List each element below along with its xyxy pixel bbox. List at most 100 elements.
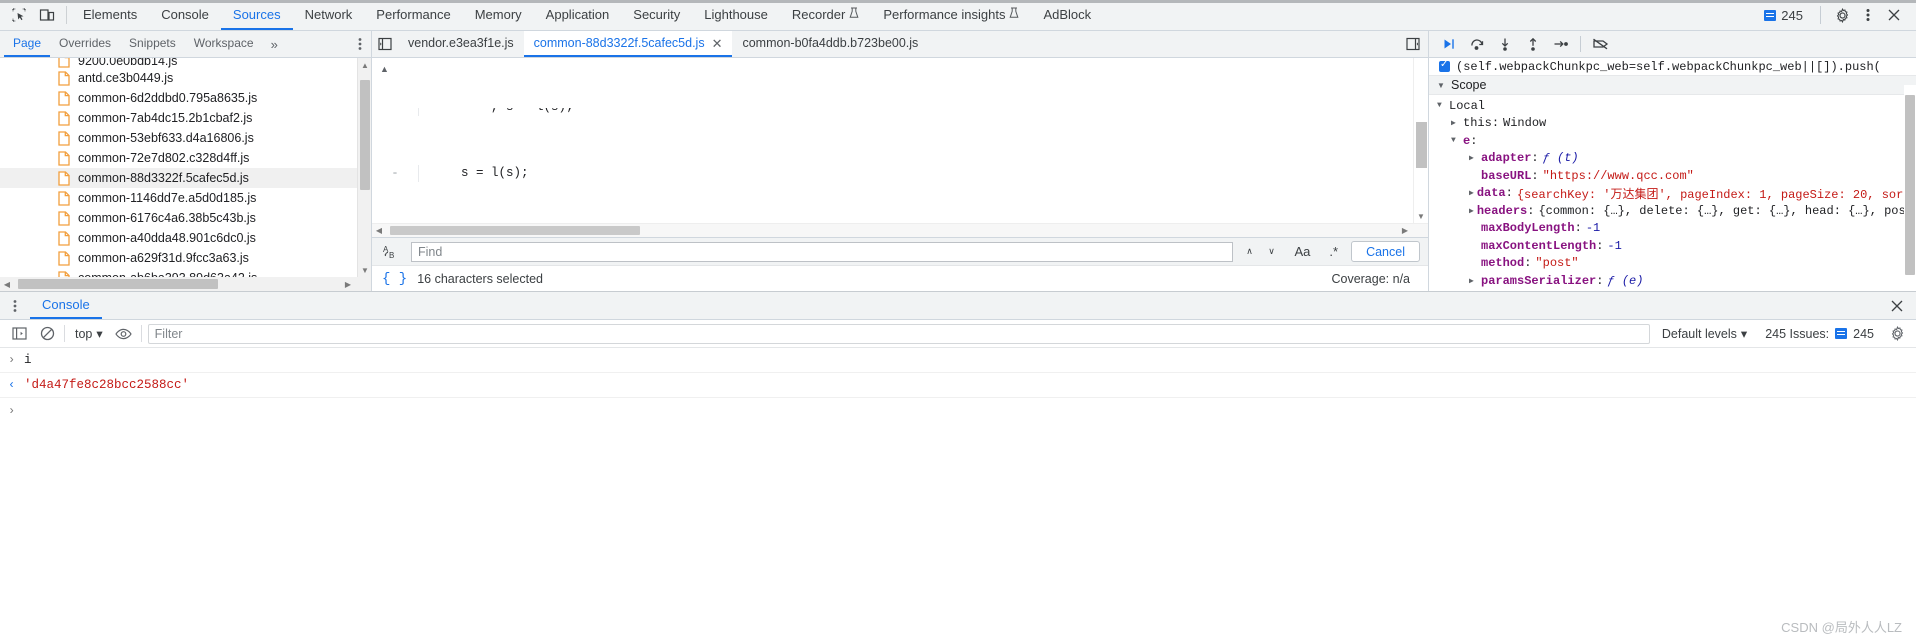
close-drawer-icon[interactable]: [1886, 292, 1916, 319]
chevron-right-icon[interactable]: ▶: [1469, 276, 1478, 286]
console-output-entry[interactable]: ‹ 'd4a47fe8c28bcc2588cc': [0, 373, 1916, 398]
chevron-down-icon[interactable]: ▼: [1451, 136, 1460, 145]
scroll-right-arrow-icon[interactable]: ▶: [1398, 224, 1412, 238]
chevron-right-icon[interactable]: ▶: [1469, 188, 1474, 198]
find-replace-icon[interactable]: AB: [380, 244, 404, 260]
console-filter-input[interactable]: [147, 323, 1650, 344]
debugger-vertical-scrollbar[interactable]: [1904, 85, 1916, 291]
scroll-down-arrow-icon[interactable]: ▼: [1414, 209, 1428, 223]
scroll-left-arrow-icon[interactable]: ◀: [0, 277, 14, 291]
code-line[interactable]: - , s = l(s);: [372, 107, 1428, 116]
scroll-left-arrow-icon[interactable]: ◀: [372, 224, 386, 238]
log-levels-dropdown[interactable]: Default levels ▾: [1656, 326, 1753, 342]
step-over-button[interactable]: [1463, 32, 1490, 56]
checkbox-checked-icon[interactable]: [1439, 59, 1450, 72]
close-icon[interactable]: [1882, 3, 1906, 27]
list-item[interactable]: common-1146dd7e.a5d0d185.js: [0, 188, 371, 208]
scope-row-paramsserializer[interactable]: ▶ paramsSerializer: ƒ (e): [1429, 272, 1916, 290]
scope-row-adapter[interactable]: ▶ adapter: ƒ (t): [1429, 150, 1916, 168]
editor-tab-common-b0fa4ddb[interactable]: common-b0fa4ddb.b723be00.js: [732, 31, 928, 57]
code-line[interactable]: - s = l(s);: [372, 165, 1428, 182]
find-next-button[interactable]: ∨: [1262, 242, 1282, 262]
inspect-element-icon[interactable]: [10, 6, 28, 24]
list-item[interactable]: 9200.0e0bdb14.js: [0, 58, 371, 68]
editor-vertical-scrollbar[interactable]: ▼: [1413, 58, 1428, 223]
navigator-horizontal-scrollbar[interactable]: ◀ ▶: [0, 277, 371, 291]
console-settings-gear-icon[interactable]: [1886, 323, 1908, 345]
console-messages[interactable]: › i ‹ 'd4a47fe8c28bcc2588cc' ›: [0, 348, 1916, 644]
scope-row-maxcontentlength[interactable]: maxContentLength: -1: [1429, 237, 1916, 255]
show-navigator-icon[interactable]: [372, 31, 398, 57]
execution-context-selector[interactable]: top ▾: [71, 326, 107, 342]
list-item[interactable]: common-6176c4a6.38b5c43b.js: [0, 208, 371, 228]
code-viewport[interactable]: ▲ - , s = l(s); - s = l(s); -: [372, 58, 1428, 237]
scope-tree[interactable]: ▼ Local ▶ this: Window ▼ e: ▶ adapter: ƒ…: [1429, 95, 1916, 291]
cancel-button[interactable]: Cancel: [1351, 241, 1420, 262]
scope-row-headers[interactable]: ▶ headers: {common: {…}, delete: {…}, ge…: [1429, 202, 1916, 220]
editor-tab-vendor[interactable]: vendor.e3ea3f1e.js: [398, 31, 524, 57]
tab-elements[interactable]: Elements: [71, 0, 149, 30]
step-button[interactable]: [1547, 32, 1574, 56]
chevron-down-icon[interactable]: ▼: [1437, 101, 1446, 110]
call-stack-frame-row[interactable]: (self.webpackChunkpc_web=self.webpackChu…: [1429, 58, 1916, 75]
use-regex-toggle[interactable]: .*: [1323, 244, 1344, 259]
drawer-tab-console[interactable]: Console: [30, 292, 102, 319]
tab-sources[interactable]: Sources: [220, 0, 293, 30]
console-issues-button[interactable]: 245 Issues: 245: [1759, 327, 1880, 341]
gear-icon[interactable]: [1830, 3, 1854, 27]
device-toolbar-icon[interactable]: [38, 6, 56, 24]
chevron-double-right-icon[interactable]: »: [263, 31, 286, 57]
scope-row-local[interactable]: ▼ Local: [1429, 97, 1916, 115]
editor-hscroll-thumb[interactable]: [390, 226, 640, 235]
tab-recorder[interactable]: Recorder: [780, 0, 871, 30]
list-item[interactable]: common-a629f31d.9fcc3a63.js: [0, 248, 371, 268]
close-tab-icon[interactable]: ✕: [712, 37, 723, 50]
chevron-right-icon[interactable]: ▶: [1469, 153, 1478, 163]
editor-horizontal-scrollbar[interactable]: ◀ ▶: [372, 223, 1428, 237]
chevron-right-icon[interactable]: ▶: [1469, 206, 1474, 216]
tab-adblock[interactable]: AdBlock: [1031, 0, 1103, 30]
console-input-entry[interactable]: › i: [0, 348, 1916, 373]
console-sidebar-toggle-icon[interactable]: [8, 323, 30, 345]
match-case-toggle[interactable]: Aa: [1289, 244, 1317, 259]
tab-network[interactable]: Network: [293, 0, 365, 30]
list-item[interactable]: common-6d2ddbd0.795a8635.js: [0, 88, 371, 108]
navigator-tab-workspace[interactable]: Workspace: [185, 31, 263, 57]
scope-row-timeout[interactable]: timeout: 0: [1429, 290, 1916, 292]
navigator-kebab-icon[interactable]: [349, 31, 371, 57]
navigator-scroll-thumb[interactable]: [360, 80, 370, 190]
navigator-tab-overrides[interactable]: Overrides: [50, 31, 120, 57]
scroll-up-arrow-icon[interactable]: ▲: [358, 58, 372, 72]
search-input[interactable]: [411, 241, 1233, 262]
deactivate-breakpoints-button[interactable]: [1587, 32, 1614, 56]
scope-row-e[interactable]: ▼ e:: [1429, 132, 1916, 150]
tab-application[interactable]: Application: [534, 0, 622, 30]
resume-script-button[interactable]: [1435, 32, 1462, 56]
debugger-scroll-thumb[interactable]: [1905, 95, 1915, 275]
scope-row-baseurl[interactable]: baseURL: "https://www.qcc.com": [1429, 167, 1916, 185]
find-previous-button[interactable]: ∧: [1240, 242, 1260, 262]
navigator-vertical-scrollbar[interactable]: ▲ ▼: [357, 58, 371, 277]
issues-counter-button[interactable]: 245: [1756, 8, 1811, 23]
scope-row-this[interactable]: ▶ this: Window: [1429, 115, 1916, 133]
list-item[interactable]: common-53ebf633.d4a16806.js: [0, 128, 371, 148]
chevron-right-icon[interactable]: ▶: [1451, 118, 1460, 128]
scroll-right-arrow-icon[interactable]: ▶: [341, 277, 355, 291]
navigator-tab-snippets[interactable]: Snippets: [120, 31, 185, 57]
scroll-down-arrow-icon[interactable]: ▼: [358, 263, 372, 277]
show-debugger-sidebar-icon[interactable]: [1400, 37, 1426, 51]
tab-console[interactable]: Console: [149, 0, 221, 30]
step-out-button[interactable]: [1519, 32, 1546, 56]
list-item[interactable]: common-a40dda48.901c6dc0.js: [0, 228, 371, 248]
tab-lighthouse[interactable]: Lighthouse: [692, 0, 780, 30]
scope-row-data[interactable]: ▶ data: {searchKey: '万达集团', pageIndex: 1…: [1429, 185, 1916, 203]
list-item[interactable]: common-72e7d802.c328d4ff.js: [0, 148, 371, 168]
scope-row-method[interactable]: method: "post": [1429, 255, 1916, 273]
kebab-icon[interactable]: [1856, 3, 1880, 27]
navigator-hscroll-thumb[interactable]: [18, 279, 218, 289]
tab-security[interactable]: Security: [621, 0, 692, 30]
drawer-kebab-icon[interactable]: [0, 292, 30, 319]
list-item[interactable]: common-7ab4dc15.2b1cbaf2.js: [0, 108, 371, 128]
list-item-selected[interactable]: common-88d3322f.5cafec5d.js: [0, 168, 371, 188]
file-tree[interactable]: 9200.0e0bdb14.js antd.ce3b0449.js common…: [0, 58, 371, 291]
